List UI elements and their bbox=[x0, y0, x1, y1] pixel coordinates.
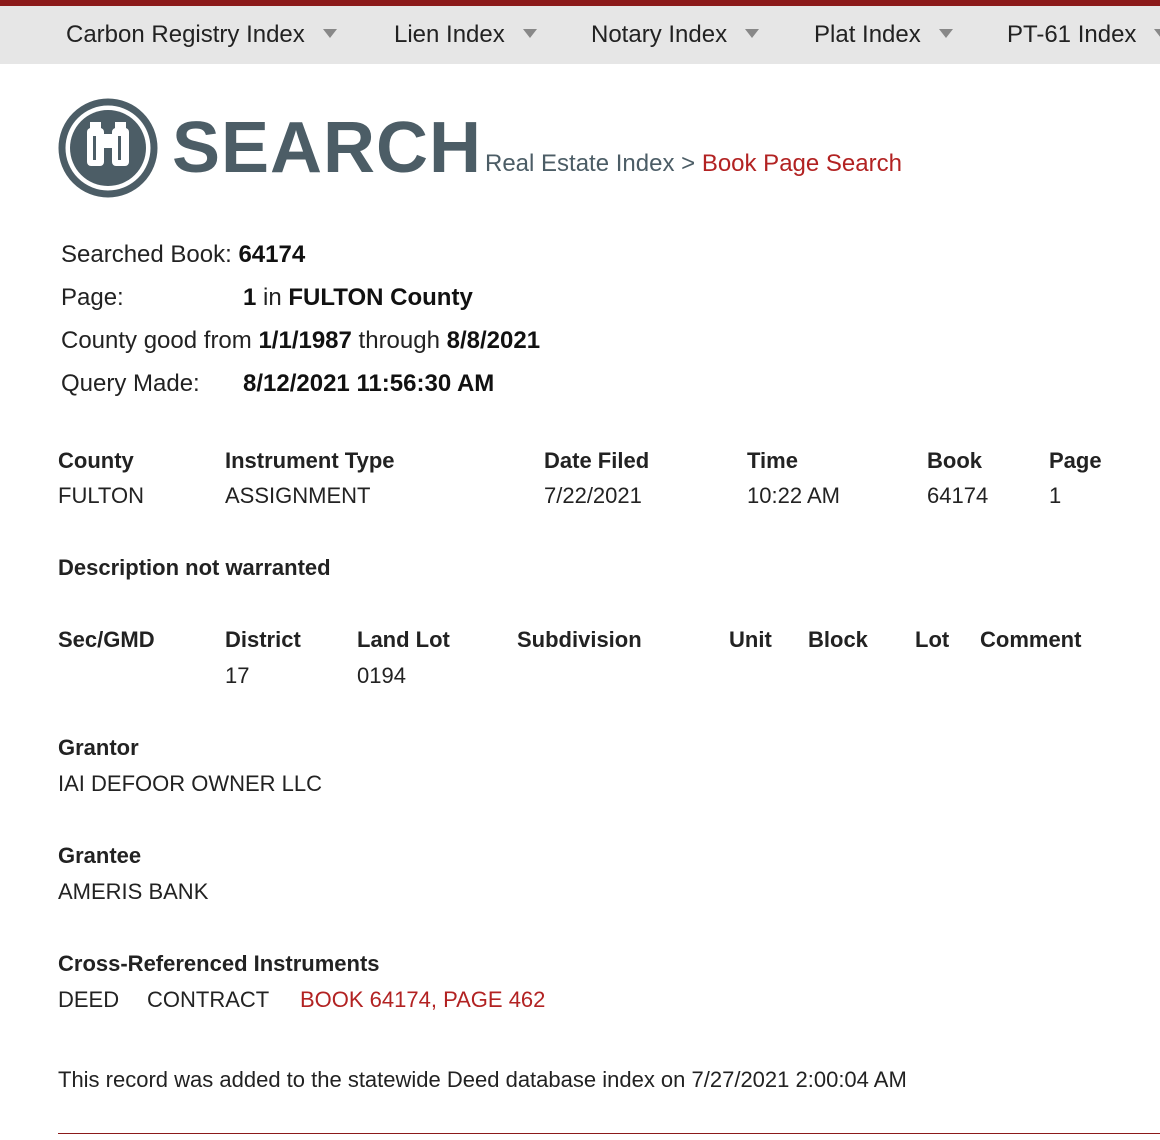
county-good-from: 1/1/1987 bbox=[258, 327, 352, 354]
nav-item-pt61-index[interactable]: PT-61 Index bbox=[1007, 6, 1160, 64]
grantee-value: AMERIS BANK bbox=[58, 879, 209, 904]
cell-date-filed: 7/22/2021 bbox=[544, 483, 642, 508]
col-header-page: Page bbox=[1049, 448, 1102, 473]
col-header-date-filed: Date Filed bbox=[544, 448, 650, 473]
nav-item-lien-index[interactable]: Lien Index bbox=[394, 6, 537, 64]
breadcrumb-current[interactable]: Book Page Search bbox=[702, 150, 902, 177]
page-row: Page: 1 in FULTON County bbox=[61, 283, 561, 313]
nav-item-carbon-registry[interactable]: Carbon Registry Index bbox=[66, 6, 337, 64]
cell-page: 1 bbox=[1049, 483, 1062, 508]
col-header-time: Time bbox=[747, 448, 798, 473]
query-made-label: Query Made: bbox=[61, 370, 200, 397]
cross-ref-type-contract: CONTRACT bbox=[147, 987, 270, 1012]
caret-down-icon bbox=[322, 29, 337, 39]
breadcrumb-separator: > bbox=[681, 150, 696, 177]
nav-item-label: Carbon Registry Index bbox=[66, 21, 305, 48]
page-county-group: 1 in FULTON County bbox=[243, 283, 473, 313]
cross-ref-label: Cross-Referenced Instruments bbox=[58, 951, 380, 976]
searched-book-label: Searched Book: bbox=[61, 241, 232, 268]
county-good-through: 8/8/2021 bbox=[446, 327, 541, 354]
grantor-value: IAI DEFOOR OWNER LLC bbox=[58, 771, 323, 796]
page-title: SEARCH bbox=[172, 108, 483, 188]
nav-item-label: Notary Index bbox=[591, 21, 728, 48]
cross-ref-type-deed: DEED bbox=[58, 987, 120, 1012]
caret-down-icon bbox=[938, 29, 953, 39]
cell-instrument-type: ASSIGNMENT bbox=[225, 483, 371, 508]
nav-item-label: Plat Index bbox=[814, 21, 921, 48]
page-label: Page: bbox=[61, 284, 124, 311]
col-header-sec-gmd: Sec/GMD bbox=[58, 627, 155, 652]
description-note: Description not warranted bbox=[58, 555, 331, 580]
cell-district: 17 bbox=[225, 663, 250, 688]
breadcrumb: Real Estate Index > Book Page Search bbox=[485, 148, 902, 180]
cell-time: 10:22 AM bbox=[747, 483, 840, 508]
query-made-value: 8/12/2021 11:56:30 AM bbox=[243, 370, 495, 397]
nav-item-label: PT-61 Index bbox=[1007, 21, 1137, 48]
col-header-instrument-type: Instrument Type bbox=[225, 448, 395, 473]
caret-down-icon bbox=[522, 29, 537, 39]
page-in-text: in bbox=[263, 284, 282, 311]
col-header-district: District bbox=[225, 627, 301, 652]
col-header-land-lot: Land Lot bbox=[357, 627, 450, 652]
top-nav: Carbon Registry Index Lien Index Notary … bbox=[0, 6, 1160, 64]
col-header-comment: Comment bbox=[980, 627, 1082, 652]
query-made-row: Query Made: 8/12/2021 11:56:30 AM bbox=[61, 369, 561, 399]
cell-book: 64174 bbox=[927, 483, 989, 508]
record-added-note: This record was added to the statewide D… bbox=[58, 1067, 907, 1092]
searched-book-row: Searched Book: 64174 bbox=[61, 240, 305, 270]
page-value: 1 bbox=[243, 284, 257, 311]
cross-ref-link[interactable]: BOOK 64174, PAGE 462 bbox=[300, 986, 545, 1014]
county-good-through-label: through bbox=[358, 327, 440, 354]
county-value: FULTON County bbox=[288, 284, 473, 311]
grantee-label: Grantee bbox=[58, 843, 142, 868]
col-header-block: Block bbox=[808, 627, 868, 652]
col-header-book: Book bbox=[927, 448, 982, 473]
col-header-unit: Unit bbox=[729, 627, 772, 652]
cell-county: FULTON bbox=[58, 483, 144, 508]
breadcrumb-parent[interactable]: Real Estate Index bbox=[485, 150, 674, 177]
col-header-county: County bbox=[58, 448, 134, 473]
binoculars-icon bbox=[58, 98, 158, 198]
county-good-label: County good from bbox=[61, 327, 252, 354]
nav-item-notary-index[interactable]: Notary Index bbox=[591, 6, 760, 64]
col-header-subdivision: Subdivision bbox=[517, 627, 642, 652]
cell-land-lot: 0194 bbox=[357, 663, 406, 688]
nav-item-label: Lien Index bbox=[394, 21, 505, 48]
caret-down-icon bbox=[1154, 29, 1160, 39]
nav-item-plat-index[interactable]: Plat Index bbox=[814, 6, 953, 64]
county-good-row: County good from 1/1/1987 through 8/8/20… bbox=[61, 326, 540, 356]
searched-book-value: 64174 bbox=[238, 241, 306, 268]
footer-divider bbox=[58, 1133, 1160, 1134]
caret-down-icon bbox=[745, 29, 760, 39]
grantor-label: Grantor bbox=[58, 735, 139, 760]
col-header-lot: Lot bbox=[915, 627, 950, 652]
